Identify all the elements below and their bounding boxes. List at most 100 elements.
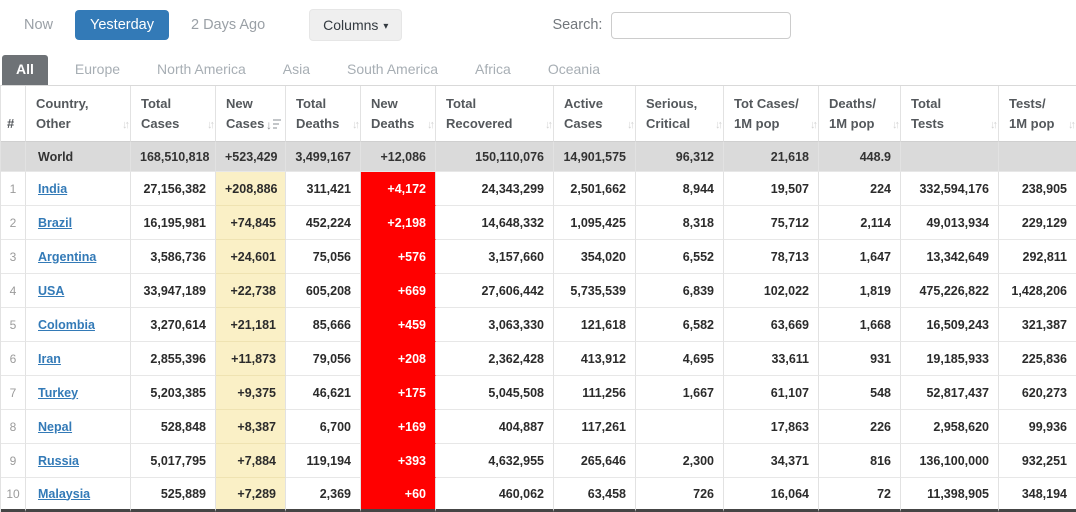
country-link[interactable]: Turkey (38, 386, 78, 400)
cell-country: Turkey (26, 376, 131, 410)
cell-new-deaths: +4,172 (361, 172, 436, 206)
column-label-line: New (226, 94, 269, 114)
cell-tot-cases-1m: 34,371 (724, 444, 819, 478)
column-label-line: Total (911, 94, 982, 114)
column-header-tests-1m[interactable]: Tests/1M pop↓↑ (999, 86, 1076, 142)
column-label-line: Total (446, 94, 537, 114)
cell-rank (1, 142, 26, 172)
sort-both-icon: ↓↑ (545, 120, 550, 131)
column-header-total-tests[interactable]: TotalTests↓↑ (901, 86, 999, 142)
cell-total-cases: 27,156,382 (131, 172, 216, 206)
cell-deaths-1m: 448.9 (819, 142, 901, 172)
column-header-total-cases[interactable]: TotalCases↓↑ (131, 86, 216, 142)
cell-total-deaths: 6,700 (286, 410, 361, 444)
cell-total-cases: 5,017,795 (131, 444, 216, 478)
cell-deaths-1m: 2,114 (819, 206, 901, 240)
cell-deaths-1m: 931 (819, 342, 901, 376)
region-tab-all[interactable]: All (2, 55, 48, 85)
cell-country: Brazil (26, 206, 131, 240)
column-header-rank: # (1, 86, 26, 142)
time-tab-now[interactable]: Now (12, 10, 65, 40)
region-tab-south-america[interactable]: South America (332, 55, 453, 85)
table-row: 9Russia5,017,795+7,884119,194+3934,632,9… (1, 444, 1076, 478)
cell-total-tests: 475,226,822 (901, 274, 999, 308)
cell-total-cases: 2,855,396 (131, 342, 216, 376)
cell-total-tests (901, 142, 999, 172)
sort-desc-active-icon: ↓ (266, 119, 281, 131)
caret-down-icon: ▾ (383, 21, 388, 32)
column-header-total-deaths[interactable]: TotalDeaths↓↑ (286, 86, 361, 142)
country-link[interactable]: Brazil (38, 216, 72, 230)
cell-total-tests: 52,817,437 (901, 376, 999, 410)
column-header-serious-critical[interactable]: Serious,Critical↓↑ (636, 86, 724, 142)
column-header-active-cases[interactable]: ActiveCases↓↑ (554, 86, 636, 142)
time-tab-yesterday[interactable]: Yesterday (75, 10, 169, 40)
country-link[interactable]: Russia (38, 454, 79, 468)
column-header-country[interactable]: Country,Other↓↑ (26, 86, 131, 142)
cell-total-recovered: 14,648,332 (436, 206, 554, 240)
column-label-line: Cases (226, 114, 269, 134)
column-header-tot-cases-1m[interactable]: Tot Cases/1M pop↓↑ (724, 86, 819, 142)
column-header-deaths-1m[interactable]: Deaths/1M pop↓↑ (819, 86, 901, 142)
cell-new-deaths: +169 (361, 410, 436, 444)
country-link[interactable]: Colombia (38, 318, 95, 332)
cell-active-cases: 413,912 (554, 342, 636, 376)
country-link[interactable]: Nepal (38, 420, 72, 434)
top-toolbar: NowYesterday2 Days Ago Columns▾ Search: (0, 0, 1076, 48)
country-link[interactable]: Argentina (38, 250, 96, 264)
cell-tests-1m: 225,836 (999, 342, 1076, 376)
cell-total-cases: 33,947,189 (131, 274, 216, 308)
country-link[interactable]: Iran (38, 352, 61, 366)
columns-button[interactable]: Columns▾ (309, 9, 402, 41)
region-tab-europe[interactable]: Europe (60, 55, 135, 85)
country-link[interactable]: Malaysia (38, 487, 90, 501)
sort-both-icon: ↓↑ (810, 120, 815, 131)
time-tab-2-days-ago[interactable]: 2 Days Ago (179, 10, 277, 40)
cell-active-cases: 117,261 (554, 410, 636, 444)
cell-tot-cases-1m: 75,712 (724, 206, 819, 240)
column-label-line: Country, (36, 94, 114, 114)
cell-serious-critical: 4,695 (636, 342, 724, 376)
column-label-line: Serious, (646, 94, 707, 114)
region-tab-north-america[interactable]: North America (142, 55, 261, 85)
cell-active-cases: 354,020 (554, 240, 636, 274)
cell-tot-cases-1m: 78,713 (724, 240, 819, 274)
column-label-line: Cases (141, 114, 199, 134)
cell-country: Nepal (26, 410, 131, 444)
country-link[interactable]: USA (38, 284, 64, 298)
cell-rank: 2 (1, 206, 26, 240)
cell-tests-1m: 348,194 (999, 478, 1076, 512)
cell-country: USA (26, 274, 131, 308)
cell-tot-cases-1m: 33,611 (724, 342, 819, 376)
cell-deaths-1m: 1,819 (819, 274, 901, 308)
cell-total-cases: 528,848 (131, 410, 216, 444)
column-label-line: Recovered (446, 114, 537, 134)
cell-new-cases: +11,873 (216, 342, 286, 376)
region-tab-oceania[interactable]: Oceania (533, 55, 615, 85)
column-header-new-deaths[interactable]: NewDeaths↓↑ (361, 86, 436, 142)
cell-country: Colombia (26, 308, 131, 342)
cell-total-recovered: 150,110,076 (436, 142, 554, 172)
column-header-new-cases[interactable]: NewCases↓ (216, 86, 286, 142)
region-tab-asia[interactable]: Asia (268, 55, 325, 85)
cell-tests-1m: 229,129 (999, 206, 1076, 240)
cell-serious-critical: 2,300 (636, 444, 724, 478)
cell-total-recovered: 24,343,299 (436, 172, 554, 206)
covid-stats-table: #Country,Other↓↑TotalCases↓↑NewCases↓Tot… (0, 85, 1076, 512)
column-header-total-recovered[interactable]: TotalRecovered ↓↑ (436, 86, 554, 142)
table-row: 3Argentina3,586,736+24,60175,056+5763,15… (1, 240, 1076, 274)
cell-total-tests: 332,594,176 (901, 172, 999, 206)
search-input[interactable] (611, 12, 791, 39)
column-label-line: Critical (646, 114, 707, 134)
column-label-line: 1M pop (829, 114, 884, 134)
sort-both-icon: ↓↑ (892, 120, 897, 131)
column-label-line: Total (296, 94, 344, 114)
cell-rank: 4 (1, 274, 26, 308)
region-tab-africa[interactable]: Africa (460, 55, 526, 85)
country-link[interactable]: India (38, 182, 67, 196)
table-row: 6Iran2,855,396+11,87379,056+2082,362,428… (1, 342, 1076, 376)
cell-rank: 5 (1, 308, 26, 342)
cell-country: Russia (26, 444, 131, 478)
cell-serious-critical: 6,582 (636, 308, 724, 342)
table-row: 7Turkey5,203,385+9,37546,621+1755,045,50… (1, 376, 1076, 410)
